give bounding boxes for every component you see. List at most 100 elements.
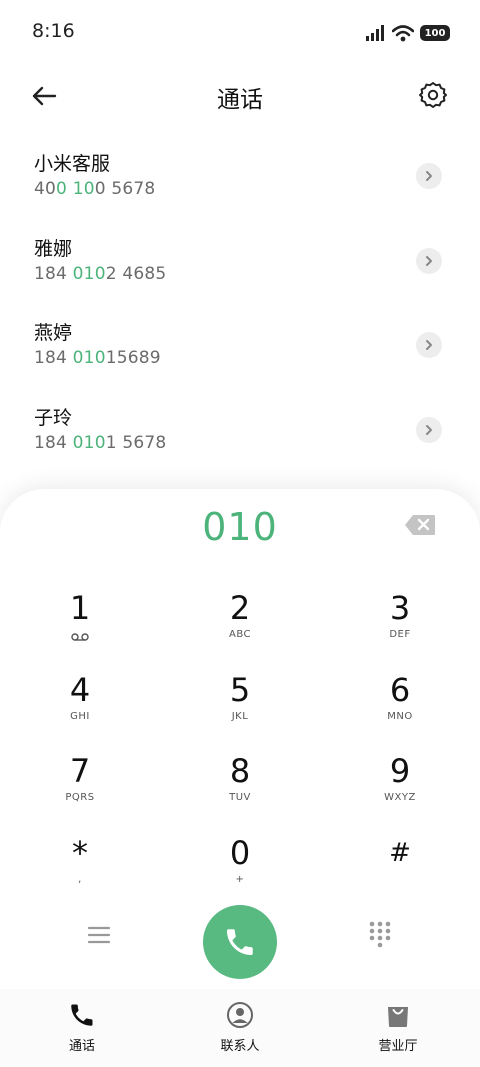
number-part: 1 5678	[105, 432, 167, 453]
key-digit: *	[72, 833, 88, 872]
key-star[interactable]: * ,	[0, 829, 160, 911]
key-0[interactable]: 0 +	[160, 829, 320, 911]
wifi-icon	[392, 24, 414, 41]
key-letters: ,	[78, 873, 82, 885]
contact-row[interactable]: 小米客服 400 100 5678	[0, 133, 480, 218]
contact-detail-button[interactable]	[416, 247, 442, 274]
number-part: 184	[34, 432, 73, 453]
key-2[interactable]: 2 ABC	[160, 584, 320, 666]
contact-detail-button[interactable]	[416, 163, 442, 189]
key-letters: DEF	[389, 629, 411, 640]
key-digit: 0	[229, 833, 251, 872]
contact-number: 184 01015689	[34, 348, 161, 368]
key-4[interactable]: 4 GHI	[0, 666, 160, 748]
page-title: 通话	[217, 87, 263, 113]
number-match: 010	[72, 432, 106, 453]
key-letters: TUV	[229, 792, 251, 803]
dialer-panel: 010 1 2 ABC 3 DEF 4 GHI 5 JKL 6 MNO 7 PQ…	[0, 489, 480, 1067]
voicemail-icon	[71, 633, 89, 641]
key-digit: #	[389, 837, 411, 868]
keypad-row: 4 GHI 5 JKL 6 MNO	[0, 666, 480, 748]
contact-row[interactable]: 子玲 184 0101 5678	[0, 387, 480, 472]
key-letters: JKL	[231, 710, 249, 722]
key-digit: 3	[389, 589, 411, 627]
contact-name: 小米客服	[34, 153, 111, 175]
key-hash[interactable]: #	[320, 829, 480, 911]
keypad-row: 7 PQRS 8 TUV 9 WXYZ	[0, 747, 480, 829]
key-letters: GHI	[70, 710, 90, 722]
chevron-right-icon	[426, 171, 432, 181]
number-part: 0 5678	[94, 179, 156, 199]
number-match: 10	[72, 179, 95, 199]
contact-row[interactable]: 燕婷 184 01015689	[0, 302, 480, 387]
contact-number: 400 100 5678	[34, 179, 155, 199]
dialpad-icon[interactable]	[368, 920, 392, 948]
number-part: 2 4685	[105, 263, 167, 284]
keypad-row: * , 0 + #	[0, 829, 480, 911]
contact-number: 184 0102 4685	[34, 264, 166, 284]
contact-detail-button[interactable]	[416, 332, 442, 358]
chevron-right-icon	[426, 424, 432, 435]
key-3[interactable]: 3 DEF	[320, 584, 480, 666]
nav-service-hall[interactable]: 营业厅	[348, 1001, 448, 1054]
key-8[interactable]: 8 TUV	[160, 747, 320, 829]
number-match: 010	[72, 348, 106, 368]
nav-calls[interactable]: 通话	[32, 1001, 132, 1054]
key-digit: 5	[229, 670, 251, 709]
key-6[interactable]: 6 MNO	[320, 666, 480, 748]
keypad: 1 2 ABC 3 DEF 4 GHI 5 JKL 6 MNO 7 PQRS 8…	[0, 584, 480, 910]
contact-number: 184 0101 5678	[34, 433, 166, 453]
key-digit: 7	[69, 752, 91, 790]
number-part: 184	[34, 263, 73, 284]
nav-label: 营业厅	[378, 1039, 418, 1054]
battery-level: 100	[424, 27, 446, 39]
phone-icon	[226, 929, 253, 956]
contact-detail-button[interactable]	[416, 416, 442, 443]
key-digit: 4	[69, 670, 91, 709]
key-letters: WXYZ	[384, 792, 416, 803]
call-button[interactable]	[203, 905, 277, 979]
key-digit: 6	[389, 670, 411, 709]
dialer-actions	[0, 899, 480, 979]
status-icons: 100	[366, 22, 450, 44]
menu-icon[interactable]	[86, 923, 112, 947]
key-letters: +	[235, 873, 245, 885]
nav-label: 通话	[68, 1039, 95, 1054]
key-letters: ABC	[228, 629, 251, 640]
header: 通话	[0, 70, 480, 120]
gear-icon[interactable]	[418, 80, 448, 110]
number-match: 010	[72, 263, 106, 284]
chevron-right-icon	[426, 340, 432, 350]
bottom-nav: 通话 联系人 营业厅	[0, 989, 480, 1067]
number-part: 15689	[105, 348, 161, 368]
key-digit: 9	[389, 752, 411, 790]
phone-screen: 8:16 100 通话 小米客服 400 100 5678 雅娜 184 010…	[0, 0, 480, 1067]
key-letters: PQRS	[65, 792, 95, 803]
signal-icon	[366, 25, 384, 41]
key-9[interactable]: 9 WXYZ	[320, 747, 480, 829]
number-part: 40	[34, 179, 57, 199]
key-5[interactable]: 5 JKL	[160, 666, 320, 748]
contact-person-icon	[227, 1002, 253, 1028]
key-7[interactable]: 7 PQRS	[0, 747, 160, 829]
contact-row[interactable]: 雅娜 184 0102 4685	[0, 218, 480, 303]
keypad-row: 1 2 ABC 3 DEF	[0, 584, 480, 666]
shopping-bag-icon	[388, 1007, 408, 1027]
status-bar: 8:16 100	[0, 0, 480, 66]
key-digit: 8	[229, 752, 251, 790]
nav-label: 联系人	[220, 1039, 260, 1054]
nav-contacts[interactable]: 联系人	[190, 1001, 290, 1054]
phone-icon	[71, 1004, 93, 1026]
key-1[interactable]: 1	[0, 584, 160, 666]
number-match: 0	[56, 179, 68, 199]
backspace-icon[interactable]	[404, 514, 436, 536]
contact-suggestions: 小米客服 400 100 5678 雅娜 184 0102 4685 燕婷 18…	[0, 133, 480, 471]
battery-icon: 100	[420, 25, 450, 41]
key-letters: MNO	[387, 710, 413, 722]
contact-name: 雅娜	[34, 237, 73, 260]
key-digit: 1	[69, 589, 91, 627]
contact-name: 子玲	[34, 406, 73, 429]
number-part: 184	[34, 348, 73, 368]
key-digit: 2	[229, 589, 251, 627]
chevron-right-icon	[426, 255, 432, 266]
